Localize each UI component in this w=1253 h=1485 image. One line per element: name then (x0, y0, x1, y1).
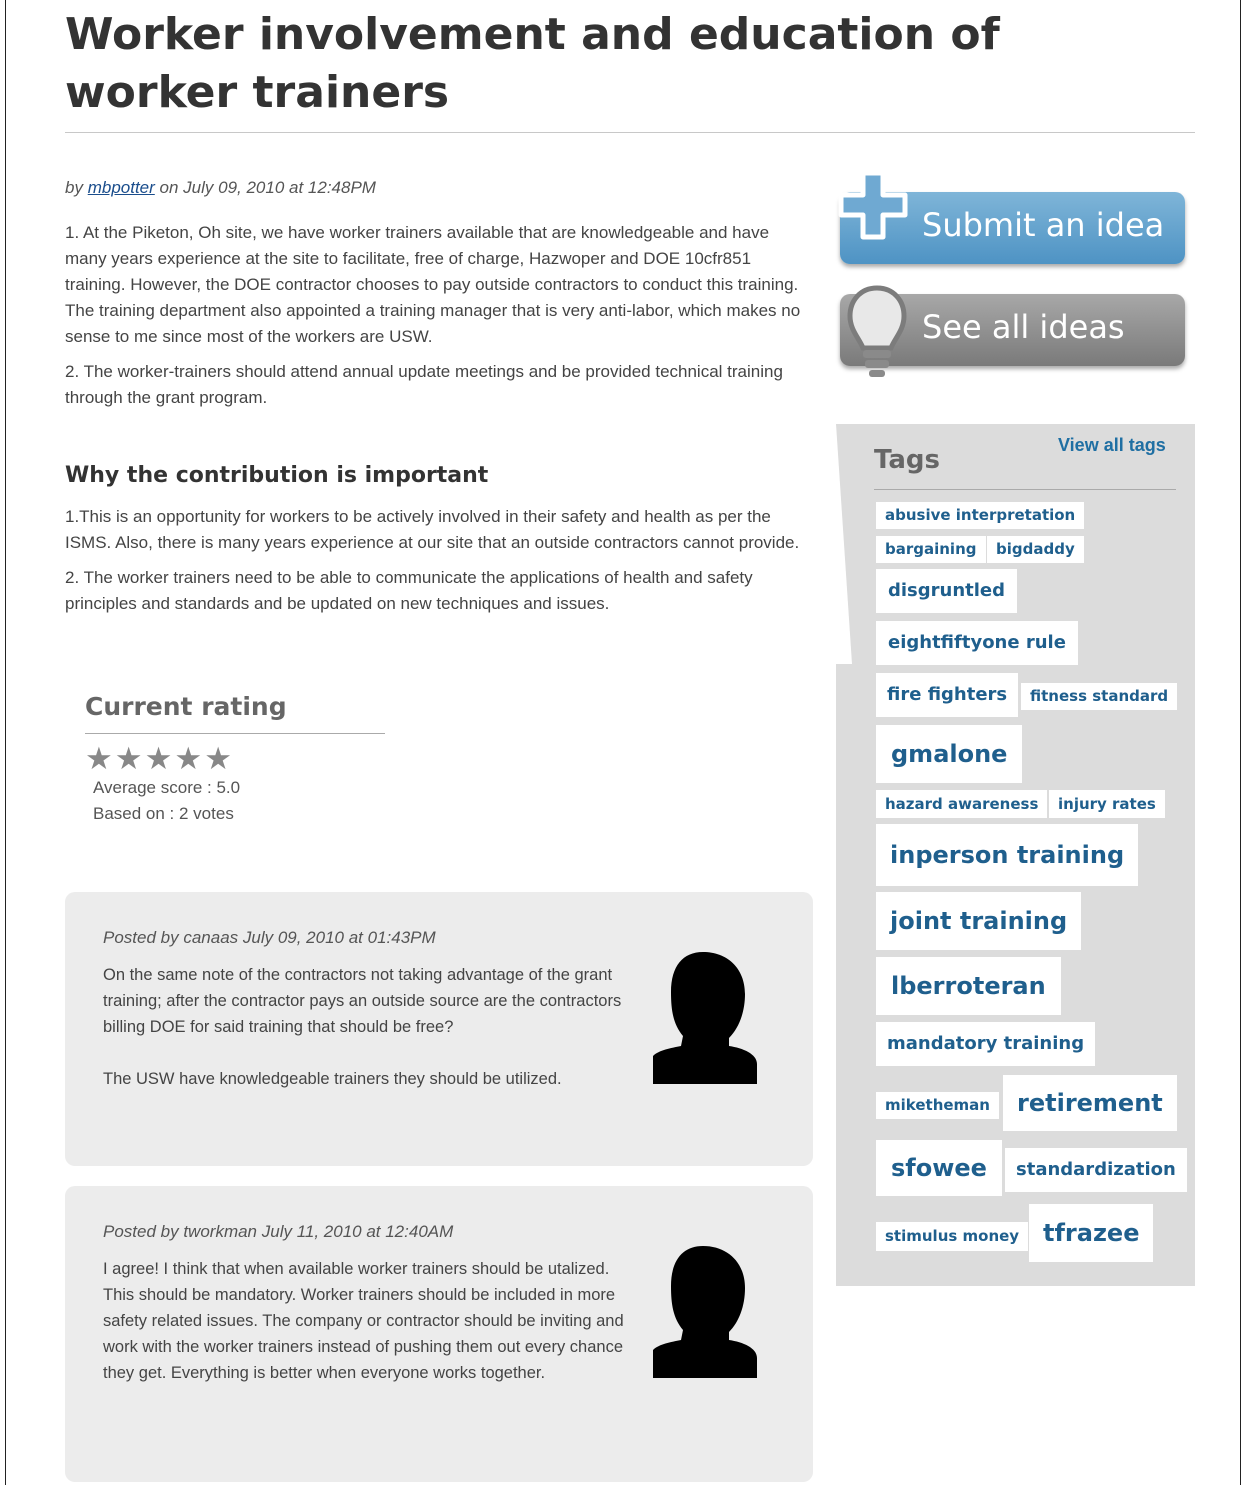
star-icon[interactable]: ★ (174, 743, 202, 775)
view-all-tags-link[interactable]: View all tags (1058, 435, 1166, 456)
tag-link[interactable]: tfrazee (1029, 1204, 1154, 1262)
submit-idea-label: Submit an idea (922, 206, 1165, 244)
tag-link[interactable]: stimulus money (876, 1222, 1029, 1251)
star-icon[interactable]: ★ (85, 743, 113, 775)
star-icon[interactable]: ★ (204, 743, 232, 775)
see-all-ideas-label: See all ideas (922, 308, 1125, 346)
author-link[interactable]: mbpotter (88, 178, 155, 197)
title-divider (65, 132, 1195, 133)
byline-date: on July 09, 2010 at 12:48PM (159, 178, 376, 197)
idea-content: by mbpotter on July 09, 2010 at 12:48PM … (65, 178, 813, 626)
vote-count: Based on : 2 votes (93, 804, 234, 823)
idea-paragraph: 1. At the Piketon, Oh site, we have work… (65, 223, 801, 346)
why-paragraph: 2. The worker trainers need to be able t… (65, 568, 753, 613)
current-rating: Current rating ★ ★ ★ ★ ★ Average score :… (85, 692, 385, 827)
tag-link[interactable]: miketheman (876, 1092, 999, 1119)
comment-card: Posted by tworkman July 11, 2010 at 12:4… (65, 1186, 813, 1482)
tag-link[interactable]: lberroteran (876, 957, 1061, 1015)
comment-text: On the same note of the contractors not … (103, 966, 622, 1036)
idea-paragraph: 2. The worker-trainers should attend ann… (65, 362, 783, 407)
average-score: Average score : 5.0 (93, 778, 241, 797)
tag-link[interactable]: abusive interpretation (876, 502, 1085, 529)
tag-link[interactable]: mandatory training (876, 1022, 1096, 1066)
why-paragraph: 1.This is an opportunity for workers to … (65, 507, 800, 552)
tag-link[interactable]: joint training (876, 892, 1082, 950)
tag-link[interactable]: disgruntled (876, 569, 1018, 613)
tag-link[interactable]: fire fighters (876, 673, 1019, 717)
avatar-silhouette-icon (653, 952, 757, 1084)
byline: by mbpotter on July 09, 2010 at 12:48PM (65, 178, 813, 198)
comment-body: I agree! I think that when available wor… (103, 1256, 633, 1386)
lightbulb-icon (847, 285, 907, 377)
tag-link[interactable]: bargaining (876, 536, 986, 563)
tag-link[interactable]: bigdaddy (987, 536, 1084, 563)
tag-link[interactable]: fitness standard (1021, 683, 1178, 710)
comment-text: The USW have knowledgeable trainers they… (103, 1070, 562, 1088)
comment-text: I agree! I think that when available wor… (103, 1260, 624, 1382)
tag-link[interactable]: standardization (1005, 1148, 1187, 1192)
byline-prefix: by (65, 178, 83, 197)
page-title: Worker involvement and education of work… (65, 9, 1000, 118)
avatar-silhouette-icon (653, 1246, 757, 1378)
comment-posted-by: Posted by canaas July 09, 2010 at 01:43P… (103, 928, 436, 947)
rating-title: Current rating (85, 692, 385, 734)
rating-stars[interactable]: ★ ★ ★ ★ ★ (85, 743, 385, 775)
tag-link[interactable]: retirement (1003, 1075, 1177, 1131)
tags-title: Tags (874, 445, 941, 475)
why-heading: Why the contribution is important (65, 463, 489, 488)
star-icon[interactable]: ★ (145, 743, 173, 775)
plus-icon (838, 170, 908, 240)
comment-card: Posted by canaas July 09, 2010 at 01:43P… (65, 892, 813, 1166)
tag-link[interactable]: sfowee (876, 1140, 1002, 1196)
tag-link[interactable]: eightfiftyone rule (876, 621, 1078, 665)
tag-link[interactable]: hazard awareness (876, 790, 1048, 818)
star-icon[interactable]: ★ (115, 743, 143, 775)
tag-link[interactable]: injury rates (1049, 790, 1165, 818)
tags-divider (874, 489, 1176, 490)
tag-link[interactable]: inperson training (876, 824, 1139, 886)
comment-body: On the same note of the contractors not … (103, 962, 633, 1092)
tag-link[interactable]: gmalone (876, 725, 1023, 783)
comment-posted-by: Posted by tworkman July 11, 2010 at 12:4… (103, 1222, 454, 1241)
